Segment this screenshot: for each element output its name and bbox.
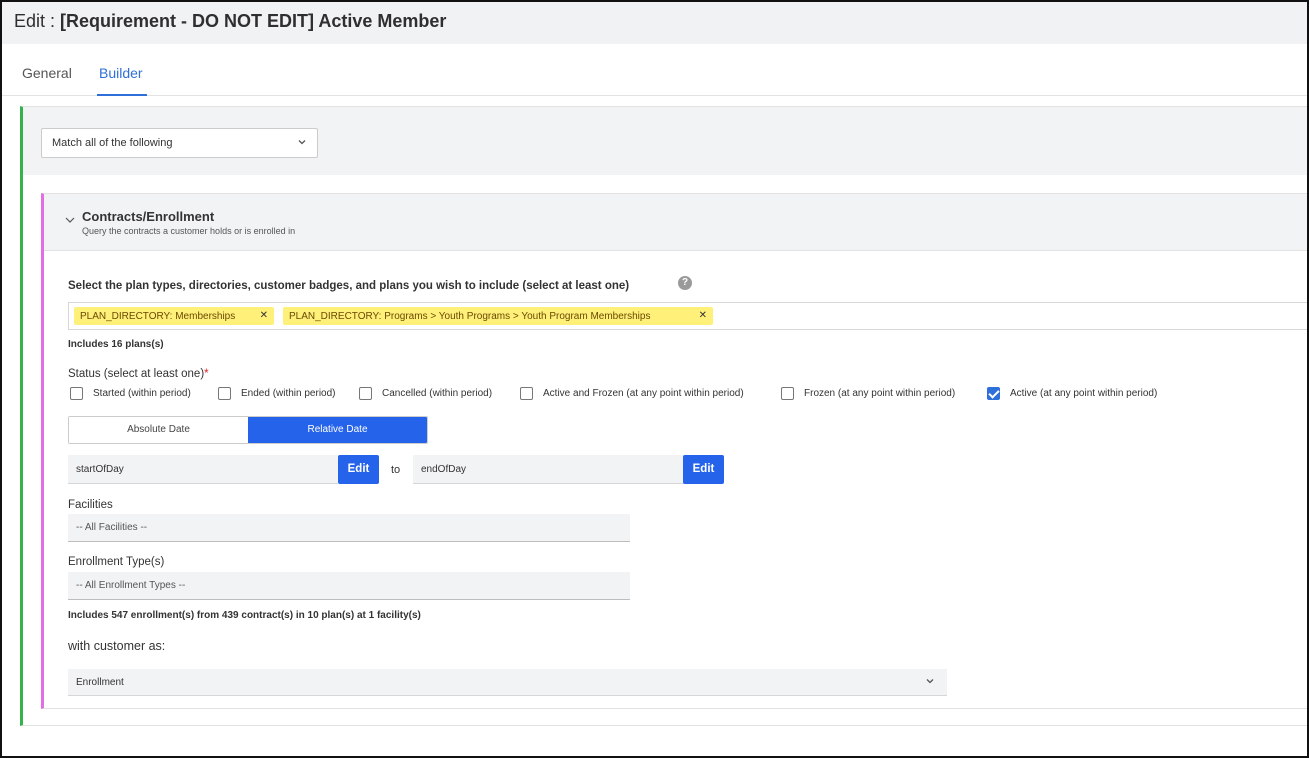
collapse-chevron-icon[interactable]	[64, 214, 78, 228]
enrollment-count-summary: Includes 547 enrollment(s) from 439 cont…	[68, 610, 421, 621]
tab-general[interactable]: General	[22, 65, 72, 81]
checkbox-label: Cancelled (within period)	[382, 388, 493, 399]
absolute-date-button[interactable]: Absolute Date	[69, 417, 248, 443]
plan-tag: PLAN_DIRECTORY: Memberships ✕	[74, 307, 274, 325]
edit-end-date-button[interactable]: Edit	[683, 455, 724, 484]
page-header: Edit : [Requirement - DO NOT EDIT] Activ…	[2, 2, 1307, 44]
checkmark-icon[interactable]	[987, 387, 1000, 400]
plan-select-label: Select the plan types, directories, cust…	[68, 280, 630, 292]
plan-tag-label: PLAN_DIRECTORY: Programs > Youth Program…	[289, 311, 651, 322]
question-circle-icon[interactable]: ?	[678, 276, 692, 290]
plans-count-summary: Includes 16 plans(s)	[68, 339, 164, 350]
plan-tag-label: PLAN_DIRECTORY: Memberships	[80, 311, 236, 322]
page-title: [Requirement - DO NOT EDIT] Active Membe…	[60, 11, 447, 31]
edit-start-date-button[interactable]: Edit	[338, 455, 379, 484]
chevron-down-icon	[925, 676, 935, 689]
plan-tag: PLAN_DIRECTORY: Programs > Youth Program…	[283, 307, 713, 325]
date-range-separator: to	[391, 464, 401, 476]
with-customer-label: with customer as:	[68, 639, 166, 653]
chevron-down-icon	[297, 137, 307, 147]
rule-header: Contracts/Enrollment Query the contracts…	[44, 194, 1307, 251]
checkbox[interactable]	[359, 387, 372, 400]
rule-subtitle: Query the contracts a customer holds or …	[82, 226, 296, 236]
tab-builder[interactable]: Builder	[99, 65, 143, 81]
checkbox-label: Active and Frozen (at any point within p…	[543, 388, 744, 399]
customer-as-value: Enrollment	[76, 677, 124, 688]
checkbox-label: Frozen (at any point within period)	[804, 388, 956, 399]
checkbox[interactable]	[781, 387, 794, 400]
checkbox[interactable]	[70, 387, 83, 400]
facilities-select[interactable]: -- All Facilities --	[68, 514, 630, 542]
status-label: Status (select at least one)*	[68, 368, 209, 380]
checkbox-label: Ended (within period)	[241, 388, 336, 399]
facilities-label: Facilities	[68, 499, 113, 511]
end-date-input[interactable]: endOfDay	[413, 455, 684, 484]
app-window: Edit : [Requirement - DO NOT EDIT] Activ…	[0, 0, 1309, 758]
status-checkbox-group: Started (within period) Ended (within pe…	[70, 387, 1270, 403]
plan-tag-input[interactable]: PLAN_DIRECTORY: Memberships ✕ PLAN_DIREC…	[68, 302, 1307, 330]
enrollment-types-select[interactable]: -- All Enrollment Types --	[68, 572, 630, 600]
checkbox[interactable]	[520, 387, 533, 400]
checkbox[interactable]	[218, 387, 231, 400]
tab-bar: General Builder	[2, 48, 1307, 96]
close-icon[interactable]: ✕	[699, 310, 707, 321]
edit-prefix: Edit :	[14, 11, 61, 31]
contracts-enrollment-rule: Contracts/Enrollment Query the contracts…	[41, 193, 1307, 709]
status-label-text: Status (select at least one)	[68, 368, 205, 380]
checkbox-label: Started (within period)	[93, 388, 191, 399]
close-icon[interactable]: ✕	[260, 310, 268, 321]
checkbox-label: Active (at any point within period)	[1010, 388, 1158, 399]
start-date-input[interactable]: startOfDay	[68, 455, 338, 484]
relative-date-button[interactable]: Relative Date	[248, 417, 427, 443]
match-mode-value: Match all of the following	[52, 137, 173, 149]
match-band: Match all of the following	[23, 107, 1307, 175]
match-mode-select[interactable]: Match all of the following	[41, 128, 318, 158]
date-mode-toggle: Absolute Date Relative Date	[68, 416, 428, 444]
enrollment-types-label: Enrollment Type(s)	[68, 556, 165, 568]
rule-title: Contracts/Enrollment	[82, 209, 215, 224]
query-group: Match all of the following Contracts/Enr…	[20, 106, 1307, 726]
customer-as-select[interactable]: Enrollment	[68, 669, 947, 696]
required-mark: *	[204, 368, 209, 380]
active-tab-indicator	[97, 94, 147, 96]
